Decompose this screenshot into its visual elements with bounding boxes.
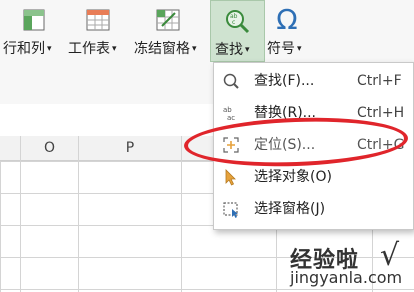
watermark: 经验啦 √ jingyanla.com	[290, 238, 414, 292]
replace-icon: ab ac	[223, 106, 235, 122]
freeze-panes-button[interactable]: 冻结窗格 ▾	[134, 0, 210, 62]
watermark-url: jingyanla.com	[290, 268, 403, 287]
chevron-down-icon: ▾	[192, 44, 197, 54]
find-label: 查找	[215, 42, 243, 58]
column-divider	[20, 136, 21, 292]
svg-text:ab: ab	[223, 106, 232, 114]
row-column-icon	[23, 9, 45, 31]
omega-symbol-icon: Ω	[276, 3, 298, 36]
chevron-down-icon: ▾	[47, 44, 52, 54]
menu-item-select-object[interactable]: 选择对象(O)	[214, 161, 413, 193]
column-header-o[interactable]: O	[21, 136, 78, 161]
selection-pane-icon	[223, 202, 238, 218]
freeze-panes-label: 冻结窗格	[134, 41, 190, 57]
row-column-label: 行和列	[3, 41, 45, 57]
worksheet-label: 工作表	[68, 41, 110, 57]
column-label-p: P	[125, 140, 135, 156]
column-divider	[78, 136, 79, 292]
menu-item-label: 查找(F)...	[254, 73, 315, 89]
chevron-down-icon: ▾	[112, 44, 117, 54]
find-icon	[223, 73, 239, 89]
worksheet-icon	[86, 9, 110, 31]
row-column-button[interactable]: 行和列 ▾	[0, 0, 60, 62]
menu-item-find[interactable]: 查找(F)... Ctrl+F	[214, 65, 413, 97]
svg-text:c: c	[232, 19, 235, 26]
chevron-down-icon: ▾	[297, 44, 302, 54]
chevron-down-icon: ▾	[245, 45, 250, 55]
menu-item-label: 选择窗格(J)	[254, 201, 326, 217]
column-divider	[181, 136, 182, 292]
select-object-icon	[225, 169, 236, 186]
column-header-p[interactable]: P	[79, 136, 181, 161]
column-label-o: O	[43, 140, 56, 156]
worksheet-button[interactable]: 工作表 ▾	[66, 0, 132, 62]
menu-item-selection-pane[interactable]: 选择窗格(J)	[214, 193, 413, 225]
svg-text:ac: ac	[227, 114, 235, 122]
column-header-left	[0, 136, 20, 161]
menu-item-shortcut: Ctrl+F	[357, 73, 402, 89]
freeze-panes-icon	[156, 9, 180, 31]
find-button[interactable]: ab c 查找 ▾	[210, 0, 265, 62]
symbol-label: 符号	[267, 41, 295, 57]
find-icon: ab c	[226, 10, 250, 34]
symbol-button[interactable]: Ω 符号 ▾	[265, 0, 315, 62]
